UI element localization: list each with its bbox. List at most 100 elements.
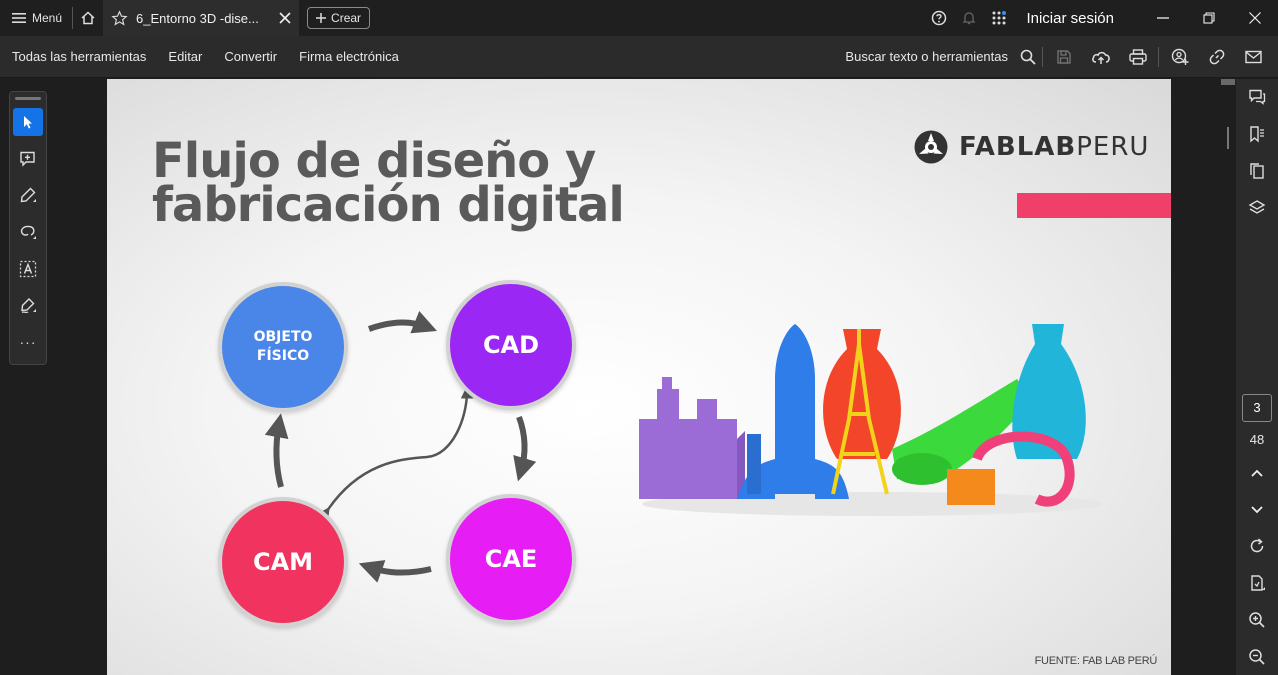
document-tab[interactable]: 6_Entorno 3D -dise... [103,0,300,36]
search-button[interactable] [1016,36,1040,78]
add-comment-icon [20,151,35,167]
divider [1042,46,1043,67]
scrollbar-thumb[interactable] [1221,79,1235,85]
more-icon: ··· [19,333,37,350]
lasso-icon [20,225,36,239]
chevron-down-icon [1251,506,1263,514]
orange-block [947,469,995,505]
print-button[interactable] [1119,36,1156,78]
sign-in-link[interactable]: Iniciar sesión [1026,10,1114,27]
copy-link-button[interactable] [1198,36,1235,78]
scroll-indicator [1227,127,1229,149]
close-window-button[interactable] [1232,0,1278,36]
layers-panel-button[interactable] [1236,189,1278,226]
restore-icon [1203,12,1215,24]
zoom-in-icon [1249,612,1265,628]
mail-icon [1245,50,1262,63]
save-button[interactable] [1045,36,1082,78]
plus-icon [316,13,327,23]
arrow-cad-to-cae [513,415,537,482]
title-bar: Menú 6_Entorno 3D -dise... Crear Iniciar… [0,0,1278,36]
current-page-input[interactable]: 3 [1242,393,1272,422]
purple-castle [639,377,745,499]
rotate-button[interactable] [1236,528,1278,565]
star-icon[interactable] [111,9,128,27]
cloud-upload-icon [1091,51,1110,64]
node-cad-label: CAD [482,331,540,359]
node-objeto-label: OBJETO FÍSICO [253,329,313,364]
close-tab-icon[interactable] [279,12,291,24]
text-select-tool-button[interactable] [13,254,43,283]
share-button[interactable] [1161,36,1198,78]
bookmarks-panel-button[interactable] [1236,116,1278,153]
text-box-icon [19,260,37,277]
pages-icon [1250,163,1264,179]
source-caption: FUENTE: FAB LAB PERÚ [1034,655,1158,667]
total-pages: 48 [1249,431,1265,447]
close-icon [1249,12,1261,24]
zoom-out-button[interactable] [1236,638,1278,675]
create-label: Crear [331,11,362,25]
help-icon [932,10,947,26]
hamburger-icon [12,13,26,23]
chevron-up-icon [1251,469,1263,477]
pdf-page: Flujo de diseño y fabricación digital FA… [107,79,1171,675]
next-page-button[interactable] [1236,491,1278,528]
draw-tool-button[interactable] [13,218,43,247]
upload-cloud-button[interactable] [1082,36,1119,78]
highlight-tool-button[interactable] [13,181,43,210]
cursor-arrow-icon [24,116,32,129]
minimize-button[interactable] [1140,0,1186,36]
create-button[interactable]: Crear [307,7,371,29]
search-tools-label[interactable]: Buscar texto o herramientas [845,49,1008,64]
menu-label: Menú [32,11,63,25]
email-button[interactable] [1235,36,1272,78]
menu-all-tools[interactable]: Todas las herramientas [0,49,157,64]
restore-button[interactable] [1186,0,1232,36]
more-tools-button[interactable]: ··· [13,327,43,356]
printer-icon [1128,48,1147,65]
comments-icon [1249,90,1266,106]
bookmark-icon [1250,126,1264,143]
node-cae: CAE [446,494,576,624]
home-icon [81,11,95,25]
menu-convert[interactable]: Convertir [213,49,288,64]
search-icon [1020,49,1036,65]
signature-pen-icon [21,298,36,314]
bell-icon [962,12,977,25]
menu-edit[interactable]: Editar [157,49,213,64]
zoom-out-icon [1249,648,1265,665]
help-button[interactable] [924,0,954,36]
layers-icon [1248,199,1266,214]
previous-page-button[interactable] [1236,455,1278,492]
notifications-button[interactable] [954,0,984,36]
comments-panel-button[interactable] [1236,79,1278,116]
apps-button[interactable] [984,0,1014,36]
comment-tool-button[interactable] [13,144,43,173]
current-page-number: 3 [1253,400,1261,416]
sign-tool-button[interactable] [13,291,43,320]
home-button[interactable] [73,0,103,36]
node-cae-label: CAE [484,545,538,573]
arrow-cae-to-cam [358,560,432,583]
apps-grid-icon [992,11,1007,25]
zoom-in-button[interactable] [1236,602,1278,639]
divider [1158,46,1159,67]
arrow-cam-cad-bidirectional [317,386,474,521]
menu-button[interactable]: Menú [0,0,72,36]
page-fit-icon [1251,575,1265,591]
page-settings-button[interactable] [1236,565,1278,602]
share-user-icon [1171,48,1188,65]
pen-icon [20,187,36,203]
pages-panel-button[interactable] [1236,152,1278,189]
node-cam: CAM [218,497,348,627]
select-tool-button[interactable] [13,107,43,137]
node-objeto-fisico: OBJETO FÍSICO [218,282,348,412]
main-toolbar: Todas las herramientas Editar Convertir … [0,36,1278,78]
right-side-panel: 3 48 [1236,79,1278,675]
3d-printed-objects-image [639,324,1102,516]
menu-e-signature[interactable]: Firma electrónica [288,49,410,64]
save-icon [1056,49,1071,64]
panel-grip[interactable] [15,97,41,100]
vertical-scrollbar[interactable] [1221,79,1235,675]
